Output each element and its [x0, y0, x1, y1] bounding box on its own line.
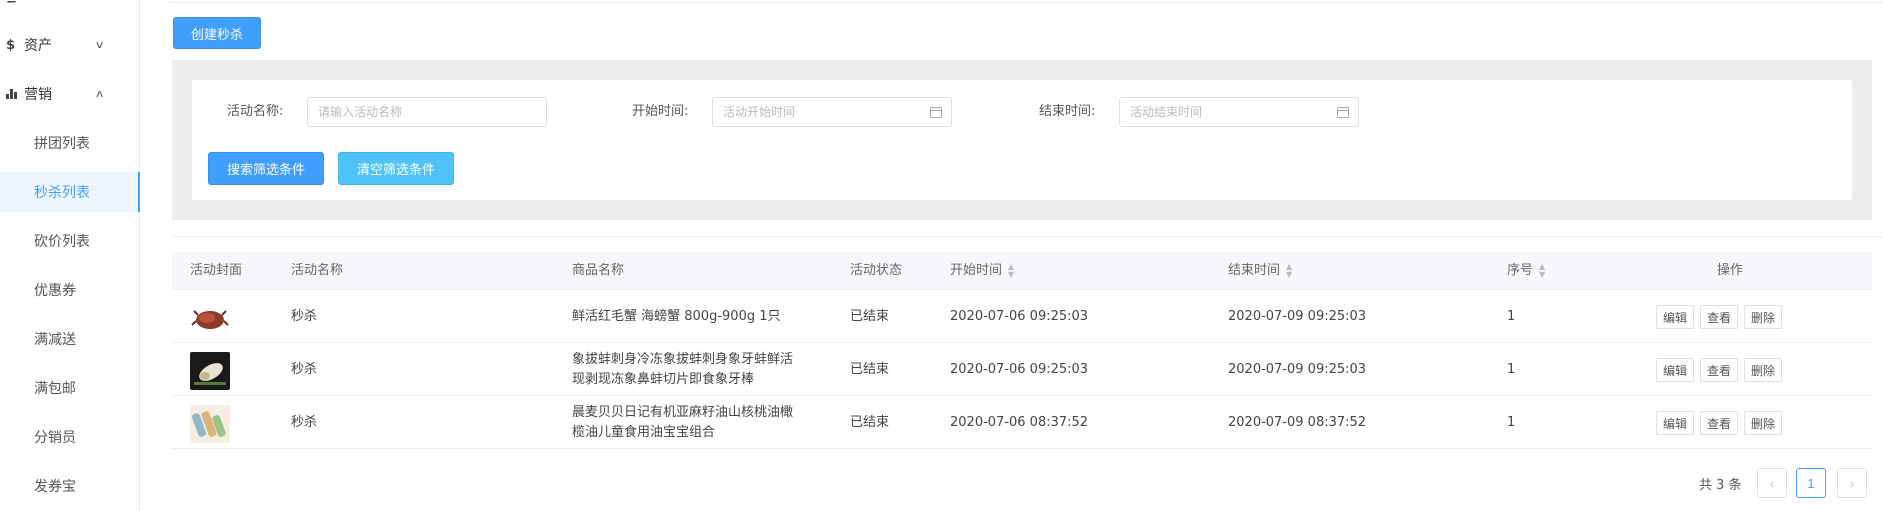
start-time: 2020-07-06 09:25:03 [950, 362, 1089, 377]
status-text: 已结束 [850, 362, 890, 377]
delete-button[interactable]: 删除 [1744, 358, 1783, 382]
edit-button[interactable]: 编辑 [1656, 305, 1695, 329]
view-button[interactable]: 查看 [1700, 358, 1739, 382]
sidebar-item-bargain[interactable]: 砍价列表 [0, 221, 140, 261]
row-actions: 编辑 查看 删除 [1656, 305, 1783, 329]
col-ops: 操作 [1717, 263, 1744, 278]
row-actions: 编辑 查看 删除 [1656, 358, 1783, 382]
calendar-icon [1337, 107, 1349, 118]
col-status: 活动状态 [850, 263, 903, 278]
end-time: 2020-07-09 09:25:03 [1228, 309, 1367, 324]
section-divider [172, 236, 1883, 237]
delete-button[interactable]: 删除 [1744, 305, 1783, 329]
order-number: 1 [1507, 415, 1516, 430]
end-time: 2020-07-09 09:25:03 [1228, 362, 1367, 377]
order-number: 1 [1507, 362, 1516, 377]
product-thumbnail-crab [190, 299, 230, 337]
end-time-label: 结束时间: [1039, 104, 1096, 119]
product-thumbnail-geoduck [190, 352, 230, 390]
bar-chart-icon [6, 89, 18, 99]
start-time-placeholder: 活动开始时间 [723, 105, 796, 119]
product-thumbnail-oil [190, 405, 230, 443]
col-name: 活动名称 [291, 263, 344, 278]
row-actions: 编辑 查看 删除 [1656, 411, 1783, 435]
sidebar-item-distributor[interactable]: 分销员 [0, 417, 140, 457]
sidebar-item-full-reduction[interactable]: 满减送 [0, 319, 140, 359]
end-time: 2020-07-09 08:37:52 [1228, 415, 1367, 430]
sidebar-group-marketing[interactable]: 营销 ∧ [0, 79, 140, 109]
end-time-placeholder: 活动结束时间 [1130, 105, 1203, 119]
view-button[interactable]: 查看 [1700, 411, 1739, 435]
edit-button[interactable]: 编辑 [1656, 411, 1695, 435]
sort-icon[interactable]: ▲ ▼ [1539, 262, 1545, 279]
search-filter-button[interactable]: 搜索筛选条件 [208, 152, 324, 185]
sidebar-group-marketing-label: 营销 [24, 87, 52, 103]
chevron-down-icon: ∨ [94, 39, 105, 51]
col-product: 商品名称 [572, 263, 625, 278]
sidebar-group-assets[interactable]: $ 资产 ∨ [0, 30, 140, 60]
activity-name-label: 活动名称: [227, 104, 284, 119]
next-page-button[interactable]: › [1837, 468, 1867, 498]
start-time-label: 开始时间: [632, 104, 689, 119]
product-name: 鲜活红毛蟹 海螃蟹 800g-900g 1只 [572, 309, 781, 324]
activity-name-input[interactable] [307, 97, 547, 127]
edit-button[interactable]: 编辑 [1656, 358, 1695, 382]
top-divider [170, 2, 1883, 3]
view-button[interactable]: 查看 [1700, 305, 1739, 329]
status-text: 已结束 [850, 309, 890, 324]
start-time: 2020-07-06 08:37:52 [950, 415, 1089, 430]
pagination-total: 共 3 条 [1699, 478, 1742, 493]
order-number: 1 [1507, 309, 1516, 324]
page-number-button[interactable]: 1 [1796, 468, 1826, 498]
col-cover: 活动封面 [190, 263, 243, 278]
table-row: 秒杀 象拔蚌刺身冷冻象拔蚌刺身象牙蚌鲜活 现剥现冻象鼻蚌切片即食象牙棒 已结束 … [172, 344, 1872, 396]
start-time: 2020-07-06 09:25:03 [950, 309, 1089, 324]
calendar-icon [930, 107, 942, 118]
sidebar-item-coupon-treasure[interactable]: 发券宝 [0, 466, 140, 506]
sidebar-item-coupon[interactable]: 优惠券 [0, 270, 140, 310]
activity-name: 秒杀 [291, 309, 318, 324]
start-time-picker[interactable]: 活动开始时间 [712, 97, 952, 127]
sort-icon[interactable]: ▲ ▼ [1008, 262, 1014, 279]
status-text: 已结束 [850, 415, 890, 430]
col-start-time[interactable]: 开始时间 ▲ ▼ [950, 252, 1014, 290]
filter-form: 活动名称: 开始时间: 活动开始时间 结束时间: 活动结束时间 搜索筛选条件 清… [192, 80, 1852, 200]
activity-name: 秒杀 [291, 362, 318, 377]
menu-icon: ≡ [6, 0, 17, 7]
table-row: 秒杀 鲜活红毛蟹 海螃蟹 800g-900g 1只 已结束 2020-07-06… [172, 291, 1872, 343]
end-time-picker[interactable]: 活动结束时间 [1119, 97, 1359, 127]
sidebar: ≡ $ 资产 ∨ 营销 ∧ 拼团列表 秒杀列表 砍价列表 优惠券 满减送 满包邮… [0, 0, 140, 511]
sidebar-item-group-buy[interactable]: 拼团列表 [0, 123, 140, 163]
chevron-up-icon: ∧ [94, 88, 105, 100]
delete-button[interactable]: 删除 [1744, 411, 1783, 435]
clear-filter-button[interactable]: 清空筛选条件 [338, 152, 454, 185]
sort-icon[interactable]: ▲ ▼ [1286, 262, 1292, 279]
table-row: 秒杀 晨麦贝贝日记有机亚麻籽油山核桃油橄 榄油儿童食用油宝宝组合 已结束 202… [172, 397, 1872, 449]
prev-page-button[interactable]: ‹ [1757, 468, 1787, 498]
create-flash-sale-button[interactable]: 创建秒杀 [173, 17, 261, 49]
activity-name: 秒杀 [291, 415, 318, 430]
col-end-time[interactable]: 结束时间 ▲ ▼ [1228, 252, 1292, 290]
sidebar-item-flash-sale[interactable]: 秒杀列表 [0, 172, 140, 212]
col-order[interactable]: 序号 ▲ ▼ [1507, 252, 1545, 290]
main-content: 创建秒杀 活动名称: 开始时间: 活动开始时间 结束时间: 活动结束时间 搜索筛… [140, 0, 1883, 511]
dollar-icon: $ [6, 37, 16, 53]
sidebar-group-assets-label: 资产 [24, 38, 52, 54]
table-header: 活动封面 活动名称 商品名称 活动状态 开始时间 ▲ ▼ 结束时间 ▲ ▼ 序号 ▲ ▼ 操… [172, 252, 1872, 290]
product-name: 象拔蚌刺身冷冻象拔蚌刺身象牙蚌鲜活 现剥现冻象鼻蚌切片即食象牙棒 [572, 352, 794, 387]
sidebar-group-partial[interactable]: ≡ [0, 0, 140, 14]
sidebar-item-free-shipping[interactable]: 满包邮 [0, 368, 140, 408]
product-name: 晨麦贝贝日记有机亚麻籽油山核桃油橄 榄油儿童食用油宝宝组合 [572, 405, 794, 440]
